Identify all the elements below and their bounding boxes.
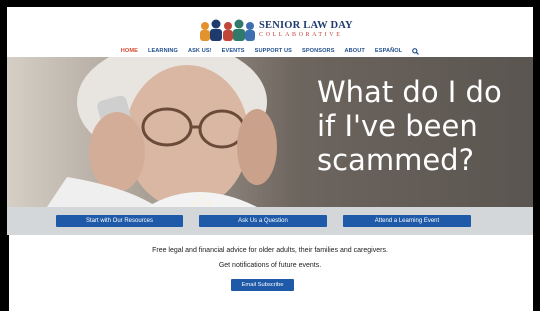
search-icon[interactable]: [412, 47, 420, 55]
logo-people-icon: [200, 19, 255, 41]
main-nav: HOME LEARNING ASK US! EVENTS SUPPORT US …: [7, 45, 533, 57]
left-edge-divider: [7, 235, 9, 311]
ask-question-button[interactable]: Ask Us a Question: [199, 215, 327, 227]
attend-event-button[interactable]: Attend a Learning Event: [343, 215, 471, 227]
nav-espanol[interactable]: ESPAÑOL: [375, 48, 402, 54]
site-logo[interactable]: SENIOR LAW DAY COLLABORATIVE: [197, 17, 353, 43]
nav-support-us[interactable]: SUPPORT US: [255, 48, 292, 54]
logo-subtitle: COLLABORATIVE: [259, 32, 343, 38]
start-resources-button[interactable]: Start with Our Resources: [56, 215, 183, 227]
logo-title: SENIOR LAW DAY: [259, 20, 353, 31]
notification-text: Get notifications of future events.: [218, 262, 322, 269]
nav-about[interactable]: ABOUT: [345, 48, 365, 54]
nav-learning[interactable]: LEARNING: [148, 48, 178, 54]
nav-ask-us[interactable]: ASK US!: [188, 48, 212, 54]
email-subscribe-button[interactable]: Email Subscribe: [231, 279, 294, 291]
nav-sponsors[interactable]: SPONSORS: [302, 48, 335, 54]
nav-events[interactable]: EVENTS: [222, 48, 245, 54]
tagline: Free legal and financial advice for olde…: [152, 247, 388, 254]
page-frame: SENIOR LAW DAY COLLABORATIVE HOME LEARNI…: [7, 7, 533, 311]
nav-home[interactable]: HOME: [121, 48, 138, 54]
hero-banner: What do I do if I've been scammed?: [7, 57, 533, 207]
hero-heading: What do I do if I've been scammed?: [317, 75, 502, 177]
action-bar: Start with Our Resources Ask Us a Questi…: [7, 207, 533, 235]
